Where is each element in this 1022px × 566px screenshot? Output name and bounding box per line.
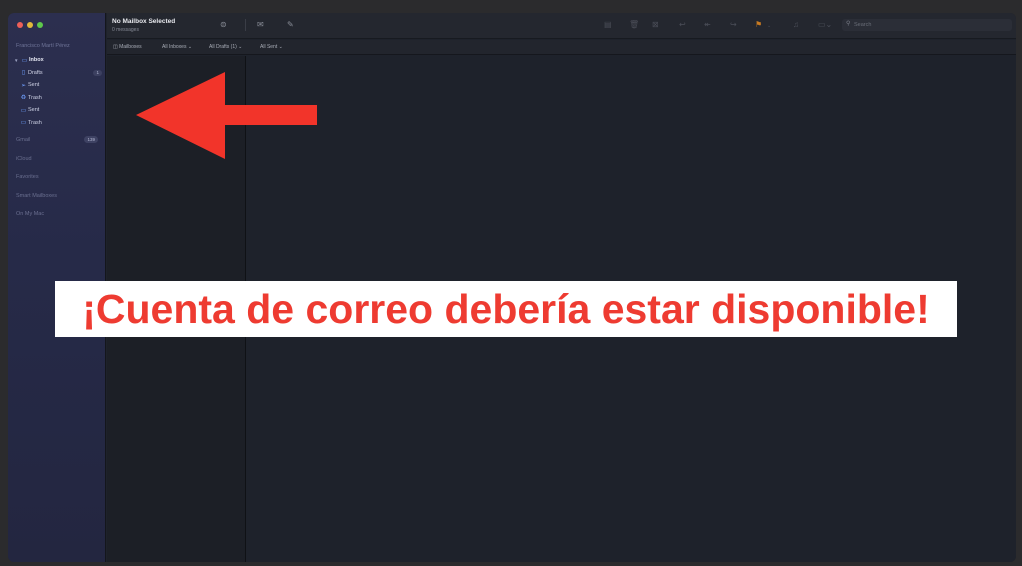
annotation-text: ¡Cuenta de correo debería estar disponib… xyxy=(82,285,930,332)
section-label: On My Mac xyxy=(16,211,45,217)
forward-icon[interactable]: ↪ xyxy=(730,20,737,29)
folder-icon: ▭ xyxy=(20,107,27,114)
archive-icon[interactable]: ▤ xyxy=(604,20,612,29)
sidebar-section-icloud[interactable]: iCloud xyxy=(16,156,98,162)
trash-icon: ♻ xyxy=(20,95,27,102)
sidebar-item-label: Sent xyxy=(28,82,40,89)
search-input[interactable] xyxy=(854,19,1004,31)
annotation-banner: ¡Cuenta de correo debería estar disponib… xyxy=(55,281,957,337)
flag-icon[interactable]: ⚑ xyxy=(755,20,762,29)
account-name: Francisco Martí Pérez xyxy=(16,43,70,49)
reply-all-icon[interactable]: ↞ xyxy=(704,20,711,29)
chevron-down-icon[interactable]: ⌄ xyxy=(767,23,771,29)
section-label: Smart Mailboxes xyxy=(16,193,57,199)
unread-badge: 1 xyxy=(93,69,102,76)
section-label: Favorites xyxy=(16,174,39,180)
move-folder-icon[interactable]: ▭⌄ xyxy=(818,20,832,29)
sidebar-item-trash-folder[interactable]: ▭ Trash xyxy=(14,117,102,130)
toolbar-divider xyxy=(245,19,246,31)
sidebar-item-label: Trash xyxy=(28,94,42,101)
sidebar-item-inbox[interactable]: ▼ ▭ Inbox xyxy=(14,54,102,67)
sidebar-item-label: Inbox xyxy=(29,57,44,64)
minimize-button[interactable] xyxy=(27,22,33,28)
sidebar-item-label: Drafts xyxy=(28,69,43,76)
unread-badge: 139 xyxy=(84,136,98,143)
pointer-arrow-icon xyxy=(136,72,317,159)
sidebar-item-sent[interactable]: ➢ Sent xyxy=(14,79,102,92)
window-controls xyxy=(17,22,43,28)
sent-icon: ➢ xyxy=(20,82,27,89)
filter-icon[interactable]: ⊜ xyxy=(220,20,227,29)
all-sent-button[interactable]: All Sent ⌄ xyxy=(260,44,283,50)
zoom-button[interactable] xyxy=(37,22,43,28)
search-field[interactable]: ⚲ xyxy=(842,19,1012,31)
search-icon: ⚲ xyxy=(846,21,851,27)
reply-icon[interactable]: ↩ xyxy=(679,20,686,29)
sidebar-section-gmail[interactable]: Gmail 139 xyxy=(16,136,98,143)
inbox-icon: ▭ xyxy=(21,57,28,64)
mailbox-list: ▼ ▭ Inbox ▯ Drafts 1 ➢ Sent ♻ Trash ▭ Se… xyxy=(14,54,102,129)
sidebar-item-label: Sent xyxy=(28,107,40,114)
sidebar-section-smart-mailboxes[interactable]: Smart Mailboxes xyxy=(16,193,98,199)
mailboxes-button[interactable]: ◫ Mailboxes xyxy=(113,44,142,50)
compose-icon[interactable]: ✎ xyxy=(287,20,294,29)
section-label: Gmail xyxy=(16,137,31,143)
all-inboxes-button[interactable]: All Inboxes ⌄ xyxy=(162,44,192,50)
sidebar-item-sent-folder[interactable]: ▭ Sent xyxy=(14,104,102,117)
sidebar-section-favorites[interactable]: Favorites xyxy=(16,174,98,180)
drafts-icon: ▯ xyxy=(21,70,26,77)
notifications-icon[interactable]: ♫ xyxy=(793,20,799,29)
junk-icon[interactable]: ⊠ xyxy=(652,20,659,29)
all-drafts-button[interactable]: All Drafts (1) ⌄ xyxy=(209,44,242,50)
mailboxes-label: Mailboxes xyxy=(119,44,142,50)
sidebar-item-label: Trash xyxy=(28,119,42,126)
section-label: iCloud xyxy=(16,156,32,162)
close-button[interactable] xyxy=(17,22,23,28)
get-mail-icon[interactable]: ✉ xyxy=(257,20,264,29)
toolbar: No Mailbox Selected 0 messages ⊜ ✉ ✎ ▤ 🗑… xyxy=(107,13,1016,39)
message-count: 0 messages xyxy=(112,27,139,33)
mailbox-title: No Mailbox Selected xyxy=(112,18,176,25)
sidebar-section-on-my-mac[interactable]: On My Mac xyxy=(16,211,98,217)
sidebar-item-drafts[interactable]: ▯ Drafts 1 xyxy=(14,67,102,80)
trash-icon[interactable]: 🗑 xyxy=(629,20,639,29)
sidebar-item-trash[interactable]: ♻ Trash xyxy=(14,92,102,105)
folder-icon: ▭ xyxy=(20,120,27,127)
favorites-bar: ◫ Mailboxes All Inboxes ⌄ All Drafts (1)… xyxy=(107,40,1016,55)
